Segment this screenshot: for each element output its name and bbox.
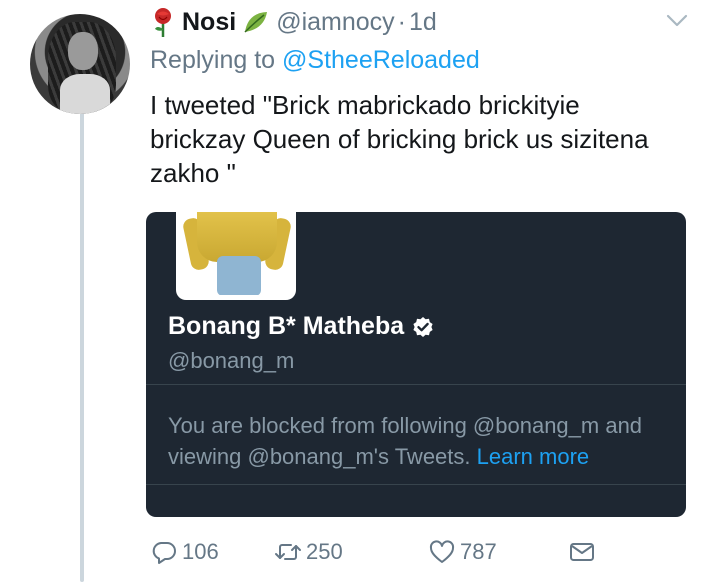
author-name[interactable]: Nosi <box>182 8 236 37</box>
card-profile-name: Bonang B* Matheba <box>168 312 434 341</box>
tweet-timestamp[interactable]: 1d <box>409 8 437 37</box>
tweet-actions: 106 250 787 <box>150 534 680 570</box>
chevron-down-icon[interactable] <box>664 10 690 30</box>
reply-count: 106 <box>182 539 219 564</box>
verified-icon <box>413 316 433 337</box>
tweet-header: Nosi @iamnocy · 1d <box>150 4 437 40</box>
leaf-icon <box>244 12 268 33</box>
card-name[interactable]: Bonang B* Matheba <box>168 312 404 341</box>
learn-more-link[interactable]: Learn more <box>477 444 590 469</box>
direct-message-button[interactable] <box>568 534 596 570</box>
avatar-body <box>60 74 110 114</box>
author-handle[interactable]: @iamnocy <box>276 8 394 37</box>
card-handle[interactable]: @bonang_m <box>168 348 294 374</box>
like-count: 787 <box>460 539 497 564</box>
tweet-text: I tweeted "Brick mabrickado brickityie b… <box>150 90 649 188</box>
replying-to-mention[interactable]: @StheeReloaded <box>282 46 480 74</box>
reply-icon <box>152 542 176 564</box>
avatar[interactable] <box>30 14 130 114</box>
avatar-jacket <box>197 212 277 262</box>
direct-message-icon <box>570 543 594 561</box>
rose-icon <box>155 8 171 37</box>
retweet-button[interactable]: 250 <box>274 534 343 570</box>
card-divider <box>146 384 686 385</box>
separator-dot: · <box>397 7 406 36</box>
like-button[interactable]: 787 <box>428 534 497 570</box>
quote-card[interactable]: Bonang B* Matheba @bonang_m You are bloc… <box>146 212 686 517</box>
card-avatar[interactable] <box>176 212 296 300</box>
avatar-jeans <box>217 256 261 295</box>
like-icon <box>429 540 455 563</box>
card-divider-bottom <box>146 484 686 485</box>
blocked-message: You are blocked from following @bonang_m… <box>168 410 678 472</box>
reply-button[interactable]: 106 <box>150 534 219 570</box>
retweet-icon <box>275 544 301 560</box>
replying-prefix: Replying to <box>150 46 276 74</box>
avatar-face <box>68 32 98 70</box>
retweet-count: 250 <box>306 539 343 564</box>
replying-to-line: Replying to @StheeReloaded <box>150 46 480 75</box>
thread-line <box>80 112 84 582</box>
